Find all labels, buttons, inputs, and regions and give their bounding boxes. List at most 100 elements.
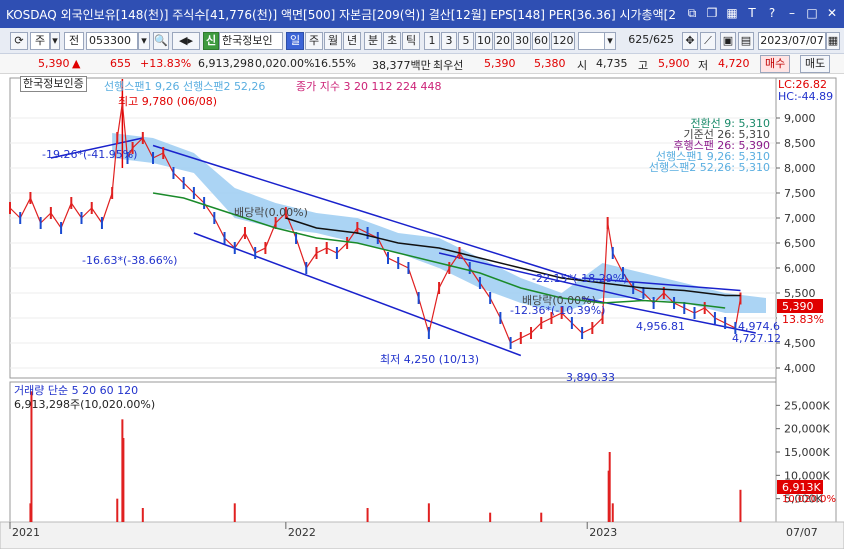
copy-icon[interactable]: ❐ [704,5,720,21]
buy-button[interactable]: 매수 [760,55,791,73]
current-price: 5,390 [38,57,70,70]
trend-annotation-2: -16.63*(-38.66%) [82,254,177,267]
volume-tag-text: 6,913K [782,481,821,494]
price-tick-label: 7,500 [784,187,816,200]
count-value: 625 [628,33,650,46]
price-tick-label: 6,000 [784,262,816,275]
up-arrow-icon: ▲ [72,57,81,70]
volume-bar [366,508,369,522]
ichimoku-legend-item: 선행스팬2 52,26: 5,310 [649,161,770,174]
refresh-icon[interactable]: ⟳ [10,32,28,50]
sell-button[interactable]: 매도 [800,55,831,73]
volume-bar [611,503,614,522]
max-annotation: 최고 9,780 (06/08) [118,95,217,108]
high-label: 고 [638,59,649,72]
volume-bar [141,508,144,522]
price-tick-label: 8,500 [784,137,816,150]
open-label: 시 [577,59,588,72]
volume-bar [427,503,430,522]
ichimoku-indicator-text: 선행스팬1 9,26 선행스팬2 52,26 [104,80,265,93]
chart-toolbar: ⟳ 주 ▾ 전 053300 ▾ 🔍 ◀▸ 신 한국정보인 일 주 월 년 분 … [0,28,844,54]
sound-icon[interactable]: ◀▸ [172,32,200,50]
time-tick-label: 2022 [288,526,316,539]
market-select[interactable]: 주 [30,32,50,50]
tab-day[interactable]: 일 [286,32,304,50]
low-label: 저 [698,59,709,72]
tab-tick[interactable]: 틱 [402,32,420,50]
price-tick-label: 8,000 [784,162,816,175]
level-annotation-4: 4,956.81 [636,320,685,333]
turnover: 16.55% [314,57,356,70]
num-120[interactable]: 120 [551,32,575,50]
tab-minute[interactable]: 분 [364,32,382,50]
search-icon[interactable]: 🔍 [153,32,169,50]
price-tick-label: 7,000 [784,212,816,225]
num-30[interactable]: 30 [513,32,531,50]
line-tool-icon[interactable]: ⟋ [700,32,716,50]
price-tick-label: 5,500 [784,287,816,300]
num-60[interactable]: 60 [532,32,550,50]
dividend-annotation-1: 배당락(0.00%) [234,206,308,219]
maximize-icon[interactable]: □ [804,5,820,21]
num-5[interactable]: 5 [458,32,474,50]
price-panel [9,77,777,379]
chart-area[interactable]: 9,000 8,500 8,000 7,500 7,000 6,500 6,000 5,500… [0,74,844,549]
stock-name: 한국정보인 [219,32,283,50]
price-tick-label: 6,500 [784,237,816,250]
volume-pct: 0,020.00% [255,57,315,70]
stock-code-input[interactable]: 053300 [86,32,138,50]
time-tick-label: 07/07 [786,526,818,539]
restore-icon[interactable]: ⧉ [684,5,700,21]
time-tick-label: 2021 [12,526,40,539]
close-icon[interactable]: ✕ [824,5,840,21]
level-annotation-3: 4,727.12 [732,332,781,345]
volume-bar [489,512,492,522]
date-input[interactable]: 2023/07/07 [758,32,826,50]
code-dropdown-icon[interactable]: ▾ [138,32,150,50]
best-sell: 5,390 [484,57,516,70]
tab-year[interactable]: 년 [343,32,361,50]
minimize-icon[interactable]: – [784,5,800,21]
trend-annotation-1: -19.26*(-41.95%) [42,148,137,161]
price-tick-label: 4,000 [784,362,816,375]
best-label: 최우선 [433,59,464,72]
pct-tag-text: 13.83% [782,313,824,326]
best-buy: 5,380 [534,57,566,70]
volume-bar [608,452,611,522]
interval-dropdown-icon[interactable]: ▾ [604,32,616,50]
tab-week[interactable]: 주 [305,32,323,50]
count-display: 625/625 [620,32,674,50]
ma-indicator-text: 종가 지수 3 20 112 224 448 [296,80,441,93]
help-icon[interactable]: ? [764,5,780,21]
count-total: /625 [649,33,674,46]
num-20[interactable]: 20 [494,32,512,50]
volume: 6,913,298 [198,57,254,70]
num-10[interactable]: 10 [475,32,493,50]
tab-second[interactable]: 초 [383,32,401,50]
date-picker-icon[interactable]: ▦ [826,32,840,50]
chevron-down-icon[interactable]: ▾ [50,32,60,50]
num-1[interactable]: 1 [424,32,440,50]
volume-bar [116,498,119,522]
volume-tick-label: 25,000K [784,399,830,412]
current-price-tag-text: 5,390 [782,300,814,313]
calendar-icon[interactable]: ▤ [738,32,754,50]
grid-icon[interactable]: ▦ [724,5,740,21]
volume-bar [739,489,742,522]
crosshair-icon[interactable]: ✥ [682,32,698,50]
level-annotation-1: 3,890.33 [566,371,615,384]
text-icon[interactable]: T [744,5,760,21]
tab-month[interactable]: 월 [324,32,342,50]
num-3[interactable]: 3 [441,32,457,50]
volume-value: 6,913,298주(10,020.00%) [14,398,155,411]
dividend-annotation-2: 배당락(0.00%) [522,294,596,307]
time-tick-label: 2023 [589,526,617,539]
titlebar-icons: ⧉ ❐ ▦ T ? – □ ✕ [684,5,840,21]
price-tick-label: 9,000 [784,112,816,125]
price-chart[interactable]: 9,000 8,500 8,000 7,500 7,000 6,500 6,000 5,500… [0,74,844,549]
save-icon[interactable]: ▣ [720,32,736,50]
hc-label: HC:-44.89 [778,90,833,103]
quote-bar: 5,390 ▲ 655 +13.83% 6,913,298 0,020.00% … [0,54,844,74]
volume-bar [122,438,125,522]
prev-select[interactable]: 전 [64,32,84,50]
